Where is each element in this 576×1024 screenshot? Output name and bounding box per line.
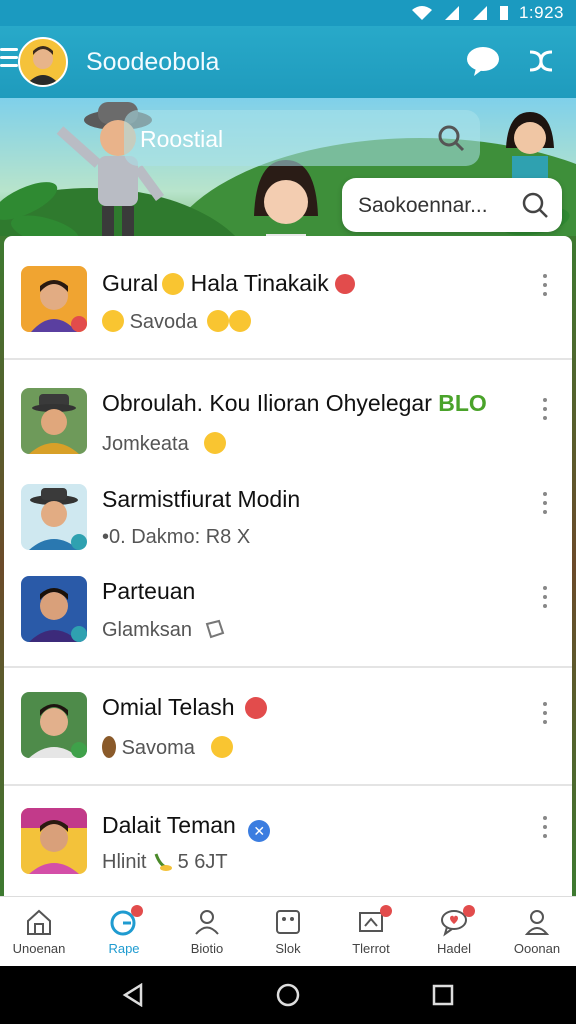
chat-message: Jomkeata bbox=[102, 432, 227, 456]
avatar bbox=[21, 484, 87, 550]
status-badge: BLO bbox=[438, 390, 487, 416]
chat-message: Savoda bbox=[102, 310, 251, 334]
search-icon[interactable] bbox=[436, 123, 466, 153]
banner-search-text: Roostial bbox=[140, 126, 224, 152]
avatar bbox=[21, 692, 87, 758]
sticker-icon bbox=[205, 619, 224, 639]
banner-search-field[interactable]: Roostial bbox=[124, 110, 480, 166]
nav-item-home[interactable]: Unoenan bbox=[4, 907, 74, 956]
home-icon bbox=[27, 909, 51, 935]
avatar bbox=[21, 808, 87, 874]
home-button-icon[interactable] bbox=[276, 983, 300, 1007]
notification-badge bbox=[463, 905, 475, 917]
verified-icon: ✕ bbox=[248, 820, 271, 842]
bottom-nav: Unoenan Rape Biotio Slok Tlerrot Hadel O… bbox=[0, 896, 576, 967]
contacts-icon bbox=[195, 910, 219, 935]
character-illustration bbox=[506, 112, 554, 178]
list-item[interactable]: Gural Hala Tinakaik Savoda bbox=[4, 236, 572, 358]
battery-icon bbox=[499, 6, 508, 20]
smile-emoji-icon bbox=[102, 310, 124, 332]
recents-icon[interactable] bbox=[431, 983, 455, 1007]
nav-item-profile[interactable]: Ooonan bbox=[502, 907, 572, 956]
chat-message: Savoma bbox=[102, 736, 233, 760]
signal-icon bbox=[444, 6, 459, 20]
list-item[interactable]: Omial Telash Savoma bbox=[4, 668, 572, 784]
chat-message: Hlinit 5 6JT bbox=[102, 851, 228, 873]
avatar bbox=[21, 388, 87, 454]
chat-name: Sarmistfiurat Modin bbox=[102, 486, 301, 512]
chat-name: Parteuan bbox=[102, 578, 196, 604]
wifi-icon bbox=[411, 6, 432, 20]
nav-item-feed[interactable]: Tlerrot bbox=[336, 905, 406, 956]
app-bar: Soodeobola bbox=[0, 26, 576, 98]
search-input[interactable]: Saokoennar... bbox=[342, 178, 562, 232]
chat-list: Gural Hala Tinakaik Savoda Obroulah. Kou… bbox=[4, 236, 572, 896]
avatar[interactable] bbox=[18, 37, 68, 87]
plant-icon bbox=[154, 853, 173, 871]
status-badge bbox=[334, 274, 355, 294]
grin-emoji-icon bbox=[162, 273, 185, 295]
bottle-emoji-icon bbox=[102, 736, 116, 758]
smile-emoji-icon bbox=[210, 736, 233, 758]
chat-name: Dalait Teman ✕ bbox=[102, 812, 271, 842]
list-item[interactable]: Sarmistfiurat Modin •0. Dakmo: R8 X bbox=[4, 474, 572, 566]
more-options-icon[interactable] bbox=[540, 702, 550, 728]
list-item[interactable]: Parteuan Glamksan bbox=[4, 566, 572, 666]
more-options-icon[interactable] bbox=[540, 816, 550, 842]
nav-item-likes[interactable]: Hadel bbox=[419, 905, 489, 956]
grin-emoji-icon bbox=[228, 310, 251, 332]
app-title: Soodeobola bbox=[86, 48, 220, 76]
chat-message: •0. Dakmo: R8 X bbox=[102, 526, 251, 548]
notification-badge bbox=[131, 905, 143, 917]
angry-emoji-icon bbox=[244, 697, 267, 719]
more-options-icon[interactable] bbox=[540, 274, 550, 300]
stickers-icon bbox=[276, 910, 300, 934]
more-options-icon[interactable] bbox=[540, 586, 550, 612]
chat-name: Omial Telash bbox=[102, 694, 267, 721]
avatar bbox=[21, 576, 87, 642]
signal-icon bbox=[472, 6, 487, 20]
system-nav-bar bbox=[0, 966, 576, 1024]
grin-emoji-icon bbox=[206, 310, 229, 332]
avatar bbox=[21, 266, 87, 332]
chat-bubble-icon[interactable] bbox=[466, 46, 500, 76]
back-icon[interactable] bbox=[121, 983, 145, 1007]
nav-item-chats[interactable]: Rape bbox=[89, 905, 159, 956]
list-item[interactable]: Obroulah. Kou Ilioran Ohyelegar BLO Jomk… bbox=[4, 360, 572, 474]
nav-item-stickers[interactable]: Slok bbox=[253, 907, 323, 956]
chat-message: Glamksan bbox=[102, 618, 226, 642]
menu-icon[interactable] bbox=[0, 48, 18, 68]
status-time: 1:923 bbox=[518, 3, 564, 22]
tongue-emoji-icon bbox=[204, 432, 227, 454]
more-options-icon[interactable] bbox=[540, 492, 550, 518]
search-placeholder: Saokoennar... bbox=[358, 194, 488, 217]
chat-name: Gural Hala Tinakaik bbox=[102, 270, 355, 297]
shuffle-icon[interactable] bbox=[526, 46, 556, 76]
list-item[interactable]: Dalait Teman ✕ Hlinit 5 6JT bbox=[4, 786, 572, 896]
more-options-icon[interactable] bbox=[540, 398, 550, 424]
nav-item-contacts[interactable]: Biotio bbox=[172, 907, 242, 956]
chat-name: Obroulah. Kou Ilioran Ohyelegar BLO bbox=[102, 390, 487, 416]
status-bar: 1:923 bbox=[0, 0, 576, 26]
notification-badge bbox=[380, 905, 392, 917]
search-icon[interactable] bbox=[520, 190, 550, 220]
profile-icon bbox=[524, 910, 550, 935]
